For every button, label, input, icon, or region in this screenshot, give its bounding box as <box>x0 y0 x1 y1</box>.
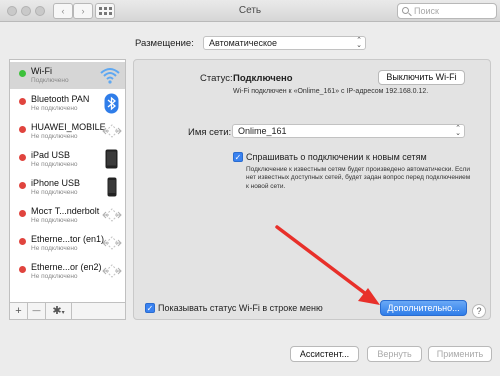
annotation-arrow <box>275 225 380 305</box>
